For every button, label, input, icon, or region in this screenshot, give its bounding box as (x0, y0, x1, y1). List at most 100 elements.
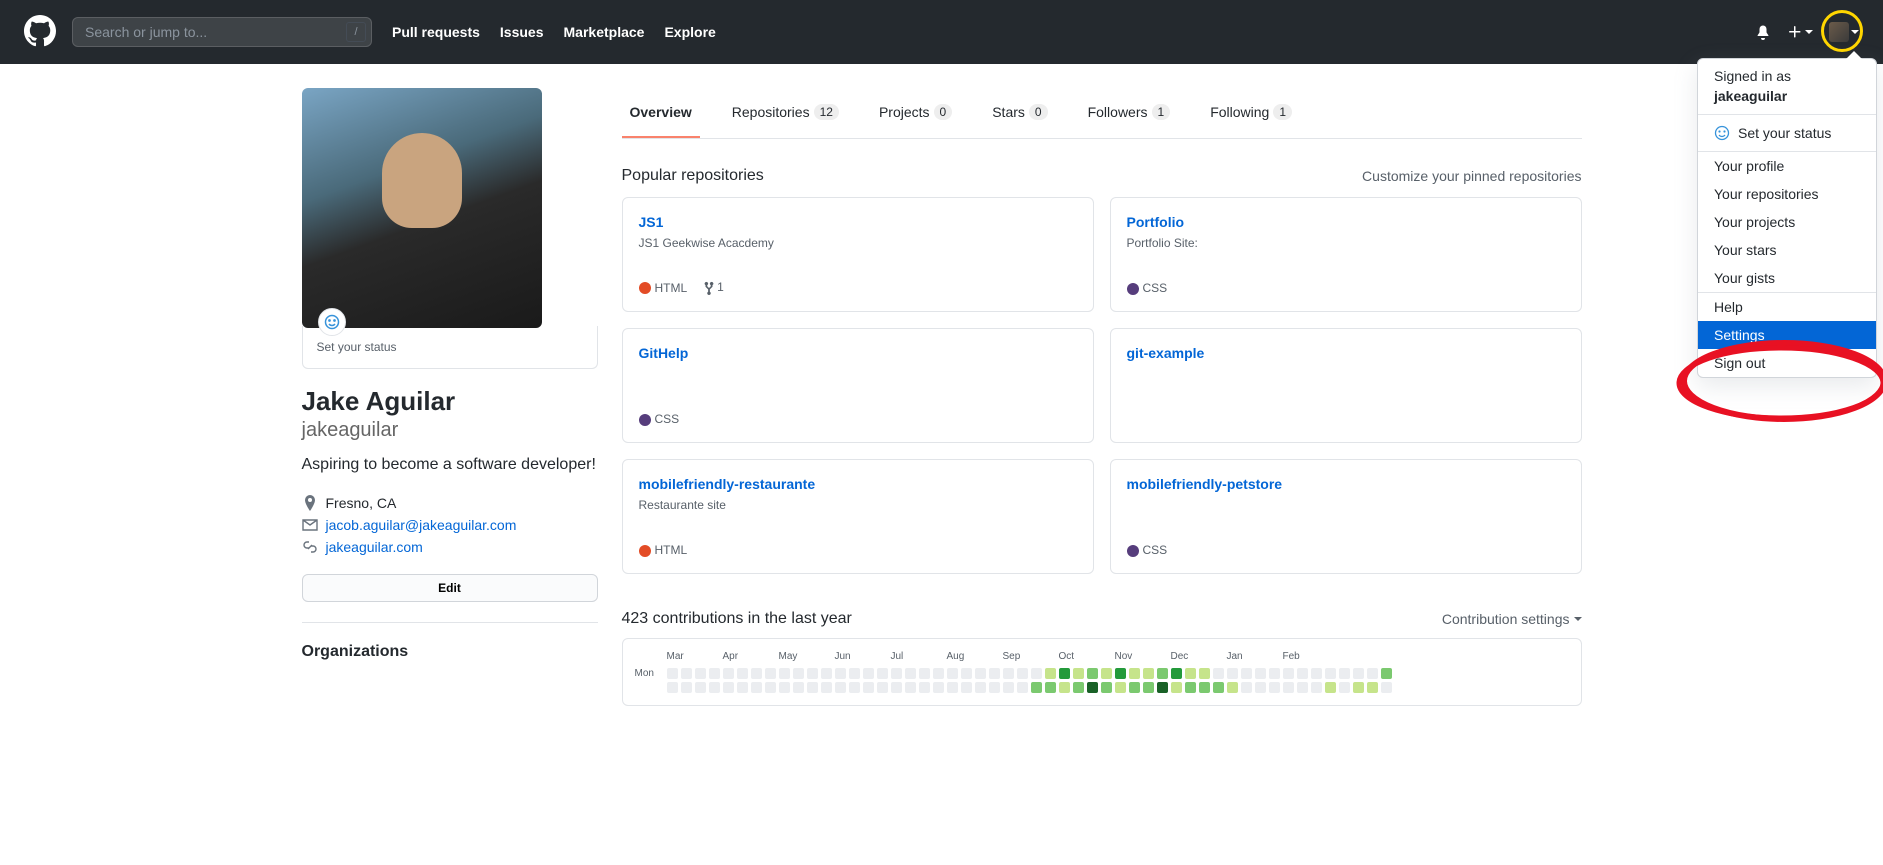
contribution-cell[interactable] (1367, 682, 1378, 693)
contribution-cell[interactable] (1017, 668, 1028, 679)
contribution-cell[interactable] (807, 668, 818, 679)
contribution-cell[interactable] (1353, 668, 1364, 679)
tab-following[interactable]: Following1 (1202, 88, 1300, 138)
contribution-cell[interactable] (1115, 668, 1126, 679)
contribution-cell[interactable] (1045, 668, 1056, 679)
contribution-cell[interactable] (877, 682, 888, 693)
contribution-cell[interactable] (1325, 682, 1336, 693)
contribution-cell[interactable] (947, 682, 958, 693)
contribution-settings-button[interactable]: Contribution settings (1442, 611, 1582, 627)
contribution-cell[interactable] (723, 682, 734, 693)
contribution-cell[interactable] (1381, 682, 1392, 693)
contribution-cell[interactable] (1059, 682, 1070, 693)
menu-item-sign-out[interactable]: Sign out (1698, 349, 1876, 377)
contribution-cell[interactable] (737, 668, 748, 679)
customize-pinned-link[interactable]: Customize your pinned repositories (1362, 168, 1581, 184)
contribution-cell[interactable] (1283, 668, 1294, 679)
contribution-cell[interactable] (695, 682, 706, 693)
contribution-cell[interactable] (1017, 682, 1028, 693)
contribution-cell[interactable] (765, 682, 776, 693)
contribution-cell[interactable] (1325, 668, 1336, 679)
contribution-cell[interactable] (751, 682, 762, 693)
contribution-cell[interactable] (1269, 682, 1280, 693)
profile-email-link[interactable]: jacob.aguilar@jakeaguilar.com (326, 517, 517, 533)
contribution-cell[interactable] (681, 668, 692, 679)
repo-link[interactable]: JS1 (639, 214, 1077, 230)
contribution-cell[interactable] (877, 668, 888, 679)
contribution-cell[interactable] (807, 682, 818, 693)
contribution-cell[interactable] (1171, 682, 1182, 693)
contribution-cell[interactable] (765, 668, 776, 679)
contribution-cell[interactable] (1185, 668, 1196, 679)
contribution-cell[interactable] (1213, 682, 1224, 693)
contribution-cell[interactable] (793, 668, 804, 679)
menu-item-your-projects[interactable]: Your projects (1698, 208, 1876, 236)
set-status-menu-item[interactable]: Set your status (1698, 115, 1876, 151)
contribution-cell[interactable] (1087, 668, 1098, 679)
contribution-cell[interactable] (1339, 682, 1350, 693)
contribution-cell[interactable] (1143, 682, 1154, 693)
tab-stars[interactable]: Stars0 (984, 88, 1055, 138)
contribution-cell[interactable] (891, 668, 902, 679)
contribution-cell[interactable] (835, 682, 846, 693)
contribution-cell[interactable] (695, 668, 706, 679)
tab-overview[interactable]: Overview (622, 88, 700, 138)
signed-in-username[interactable]: jakeaguilar (1714, 87, 1860, 107)
contribution-cell[interactable] (1199, 668, 1210, 679)
contribution-cell[interactable] (989, 682, 1000, 693)
contribution-cell[interactable] (821, 682, 832, 693)
contribution-cell[interactable] (1031, 682, 1042, 693)
nav-marketplace[interactable]: Marketplace (564, 24, 645, 40)
contribution-cell[interactable] (709, 668, 720, 679)
set-status-box[interactable]: Set your status (302, 326, 598, 369)
contribution-cell[interactable] (667, 668, 678, 679)
menu-item-your-stars[interactable]: Your stars (1698, 236, 1876, 264)
tab-repositories[interactable]: Repositories12 (724, 88, 847, 138)
contribution-cell[interactable] (863, 682, 874, 693)
contribution-cell[interactable] (933, 682, 944, 693)
contribution-cell[interactable] (709, 682, 720, 693)
contribution-cell[interactable] (1339, 668, 1350, 679)
repo-link[interactable]: git-example (1127, 345, 1565, 361)
contribution-cell[interactable] (779, 682, 790, 693)
contribution-cell[interactable] (989, 668, 1000, 679)
contribution-cell[interactable] (1241, 682, 1252, 693)
contribution-cell[interactable] (751, 668, 762, 679)
contribution-cell[interactable] (1003, 682, 1014, 693)
create-new-button[interactable] (1787, 24, 1813, 40)
contribution-cell[interactable] (835, 668, 846, 679)
contribution-cell[interactable] (1255, 682, 1266, 693)
profile-avatar[interactable] (302, 88, 542, 328)
repo-link[interactable]: GitHelp (639, 345, 1077, 361)
tab-projects[interactable]: Projects0 (871, 88, 960, 138)
status-badge[interactable] (318, 308, 346, 336)
contribution-cell[interactable] (1241, 668, 1252, 679)
contribution-cell[interactable] (1129, 682, 1140, 693)
contribution-cell[interactable] (1101, 682, 1112, 693)
contribution-cell[interactable] (1255, 668, 1266, 679)
contribution-cell[interactable] (1297, 682, 1308, 693)
contribution-cell[interactable] (1101, 668, 1112, 679)
contribution-cell[interactable] (961, 682, 972, 693)
contribution-cell[interactable] (1059, 668, 1070, 679)
contribution-cell[interactable] (821, 668, 832, 679)
contribution-cell[interactable] (1157, 682, 1168, 693)
contribution-cell[interactable] (681, 682, 692, 693)
contribution-cell[interactable] (1171, 668, 1182, 679)
contribution-cell[interactable] (1003, 668, 1014, 679)
contribution-cell[interactable] (1353, 682, 1364, 693)
contribution-cell[interactable] (919, 668, 930, 679)
contribution-cell[interactable] (1297, 668, 1308, 679)
menu-item-settings[interactable]: Settings (1698, 321, 1876, 349)
contribution-cell[interactable] (723, 668, 734, 679)
repo-link[interactable]: Portfolio (1127, 214, 1565, 230)
contribution-cell[interactable] (1031, 668, 1042, 679)
contribution-cell[interactable] (1381, 668, 1392, 679)
contribution-cell[interactable] (779, 668, 790, 679)
contribution-cell[interactable] (1143, 668, 1154, 679)
search-input[interactable] (72, 17, 372, 47)
contribution-cell[interactable] (1269, 668, 1280, 679)
contribution-cell[interactable] (891, 682, 902, 693)
contribution-cell[interactable] (1185, 682, 1196, 693)
contribution-cell[interactable] (975, 668, 986, 679)
